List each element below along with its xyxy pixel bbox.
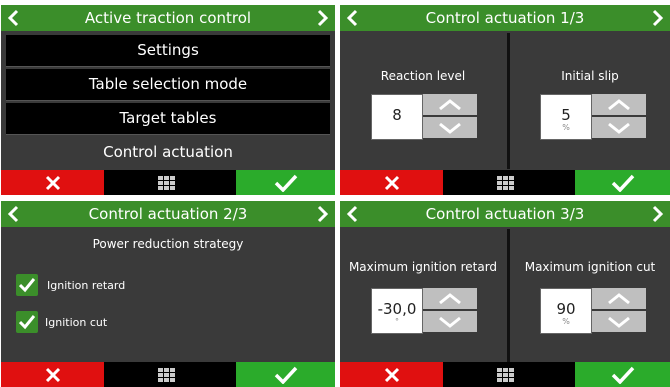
chevron-right-icon[interactable] — [651, 9, 665, 27]
confirm-button[interactable] — [575, 170, 670, 195]
panel-header: Control actuation 3/3 — [340, 201, 670, 227]
decrease-button[interactable] — [423, 117, 477, 138]
grid-icon[interactable] — [497, 175, 515, 190]
initial-slip-control: Initial slip 5 % — [510, 33, 670, 169]
page-title: Control actuation 1/3 — [425, 9, 585, 27]
increase-button[interactable] — [423, 288, 477, 309]
chevron-left-icon[interactable] — [345, 205, 359, 223]
decrease-button[interactable] — [423, 311, 477, 332]
max-ignition-retard-control: Maximum ignition retard -30,0 ° — [340, 229, 506, 363]
chevron-right-icon[interactable] — [316, 9, 330, 27]
cancel-button[interactable] — [1, 362, 104, 387]
decrease-button[interactable] — [592, 311, 646, 332]
check-icon — [19, 315, 35, 330]
reaction-level-stepper — [423, 94, 477, 138]
chevron-left-icon[interactable] — [345, 9, 359, 27]
control-label: Maximum ignition retard — [348, 260, 498, 274]
footer-bar — [1, 362, 335, 387]
menu-item-control-actuation[interactable]: Control actuation — [6, 137, 330, 168]
page-title: Active traction control — [84, 9, 252, 27]
menu-item-target-tables[interactable]: Target tables — [6, 103, 330, 135]
x-icon — [384, 367, 399, 382]
control-label: Reaction level — [380, 69, 466, 83]
chevron-down-icon — [608, 122, 630, 134]
chevron-right-icon[interactable] — [316, 205, 330, 223]
panel-header: Control actuation 1/3 — [340, 5, 670, 31]
max-ignition-retard-value[interactable]: -30,0 ° — [371, 288, 423, 334]
grid-icon[interactable] — [158, 367, 176, 382]
ignition-cut-label: Ignition cut — [45, 316, 108, 329]
increase-button[interactable] — [592, 94, 646, 115]
chevron-up-icon — [439, 98, 461, 110]
footer-bar — [340, 362, 670, 387]
control-label: Maximum ignition cut — [524, 260, 656, 274]
check-icon — [19, 278, 35, 293]
control-actuation-2-panel: Control actuation 2/3 Power reduction st… — [1, 201, 335, 387]
ignition-retard-checkbox[interactable] — [16, 274, 38, 296]
x-icon — [45, 367, 60, 382]
check-icon — [274, 366, 297, 384]
confirm-button[interactable] — [236, 170, 335, 195]
check-icon — [274, 174, 297, 192]
footer-bar — [340, 170, 670, 195]
chevron-up-icon — [608, 292, 630, 304]
page-title: Control actuation 2/3 — [88, 205, 248, 223]
initial-slip-stepper — [592, 94, 646, 138]
control-label: Initial slip — [561, 69, 619, 83]
chevron-up-icon — [439, 292, 461, 304]
max-ignition-cut-value[interactable]: 90 % — [540, 288, 592, 334]
panel-header: Control actuation 2/3 — [1, 201, 335, 227]
chevron-down-icon — [608, 316, 630, 328]
grid-icon[interactable] — [158, 175, 176, 190]
ignition-cut-checkbox[interactable] — [16, 311, 38, 333]
cancel-button[interactable] — [1, 170, 104, 195]
ignition-retard-label: Ignition retard — [47, 279, 126, 292]
chevron-left-icon[interactable] — [6, 205, 20, 223]
initial-slip-value[interactable]: 5 % — [540, 94, 592, 140]
confirm-button[interactable] — [575, 362, 670, 387]
check-icon — [611, 174, 634, 192]
x-icon — [45, 175, 60, 190]
max-ignition-cut-stepper — [592, 288, 646, 332]
page-title: Control actuation 3/3 — [425, 205, 585, 223]
cancel-button[interactable] — [340, 170, 443, 195]
traction-menu-panel: Active traction control Settings Table s… — [1, 5, 335, 195]
panel-header: Active traction control — [1, 5, 335, 31]
strategy-heading: Power reduction strategy — [92, 237, 244, 251]
x-icon — [384, 175, 399, 190]
chevron-down-icon — [439, 316, 461, 328]
menu-item-table-selection-mode[interactable]: Table selection mode — [6, 69, 330, 101]
check-icon — [611, 366, 634, 384]
max-ignition-retard-stepper — [423, 288, 477, 332]
grid-icon[interactable] — [497, 367, 515, 382]
footer-bar — [1, 170, 335, 195]
decrease-button[interactable] — [592, 117, 646, 138]
chevron-up-icon — [608, 98, 630, 110]
confirm-button[interactable] — [236, 362, 335, 387]
chevron-down-icon — [439, 122, 461, 134]
chevron-left-icon[interactable] — [6, 9, 20, 27]
menu-item-settings[interactable]: Settings — [6, 35, 330, 67]
reaction-level-value[interactable]: 8 — [371, 94, 423, 140]
chevron-right-icon[interactable] — [651, 205, 665, 223]
control-actuation-1-panel: Control actuation 1/3 Reaction level 8 I… — [340, 5, 670, 195]
control-actuation-3-panel: Control actuation 3/3 Maximum ignition r… — [340, 201, 670, 387]
increase-button[interactable] — [423, 94, 477, 115]
cancel-button[interactable] — [340, 362, 443, 387]
increase-button[interactable] — [592, 288, 646, 309]
reaction-level-control: Reaction level 8 — [340, 33, 506, 169]
max-ignition-cut-control: Maximum ignition cut 90 % — [510, 229, 670, 363]
